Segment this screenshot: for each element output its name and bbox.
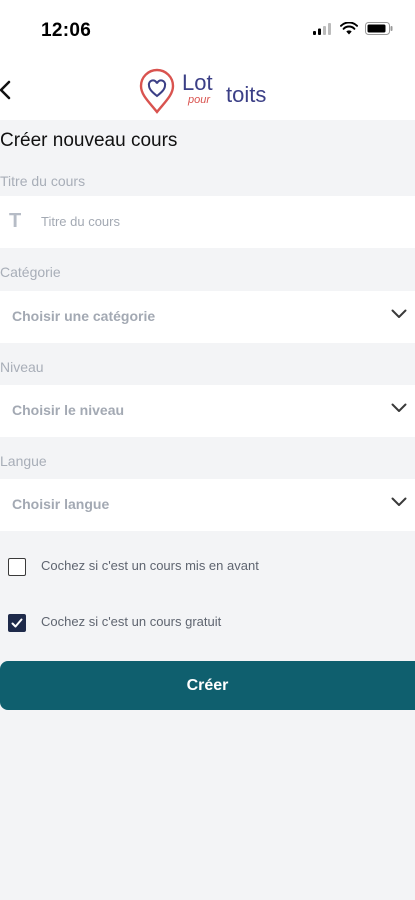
logo-text-pour: pour [188,94,211,106]
logo-text-lot: Lot [182,70,213,95]
create-button[interactable]: Créer [0,661,415,710]
status-time: 12:06 [41,20,92,41]
text-format-icon: T [9,210,22,232]
level-label: Niveau [0,359,44,375]
course-title-label: Titre du cours [0,173,86,189]
language-selected-value: Choisir langue [12,496,110,512]
featured-checkbox-label: Cochez si c'est un cours mis en avant [41,558,259,573]
app-logo: Lot pour toits [138,66,288,116]
page-title: Créer nouveau cours [0,130,178,151]
free-checkbox-label: Cochez si c'est un cours gratuit [41,614,222,629]
category-select[interactable]: Choisir une catégorie [0,291,415,343]
free-checkbox[interactable] [8,614,26,632]
wifi-icon [340,22,358,35]
checkmark-icon [11,618,23,628]
free-checkbox-row[interactable]: Cochez si c'est un cours gratuit [0,608,415,638]
back-chevron-icon[interactable] [0,76,20,104]
cellular-signal-icon [313,22,331,35]
course-title-field[interactable]: T Titre du cours [0,196,415,248]
app-header: Lot pour toits [0,62,415,120]
category-selected-value: Choisir une catégorie [12,308,156,324]
featured-checkbox[interactable] [8,558,26,576]
chevron-down-icon [391,309,407,318]
chevron-down-icon [391,403,407,412]
featured-checkbox-row[interactable]: Cochez si c'est un cours mis en avant [0,552,415,582]
status-icons [313,22,393,35]
chevron-down-icon [391,497,407,506]
status-bar: 12:06 [0,0,415,62]
course-title-placeholder: Titre du cours [41,214,120,229]
logo-text-toits: toits [226,82,267,107]
level-select[interactable]: Choisir le niveau [0,385,415,437]
language-select[interactable]: Choisir langue [0,479,415,531]
language-label: Langue [0,453,47,469]
logo-heart-pin-icon [139,68,175,114]
category-label: Catégorie [0,264,61,280]
level-selected-value: Choisir le niveau [12,402,125,418]
battery-icon [365,22,393,35]
